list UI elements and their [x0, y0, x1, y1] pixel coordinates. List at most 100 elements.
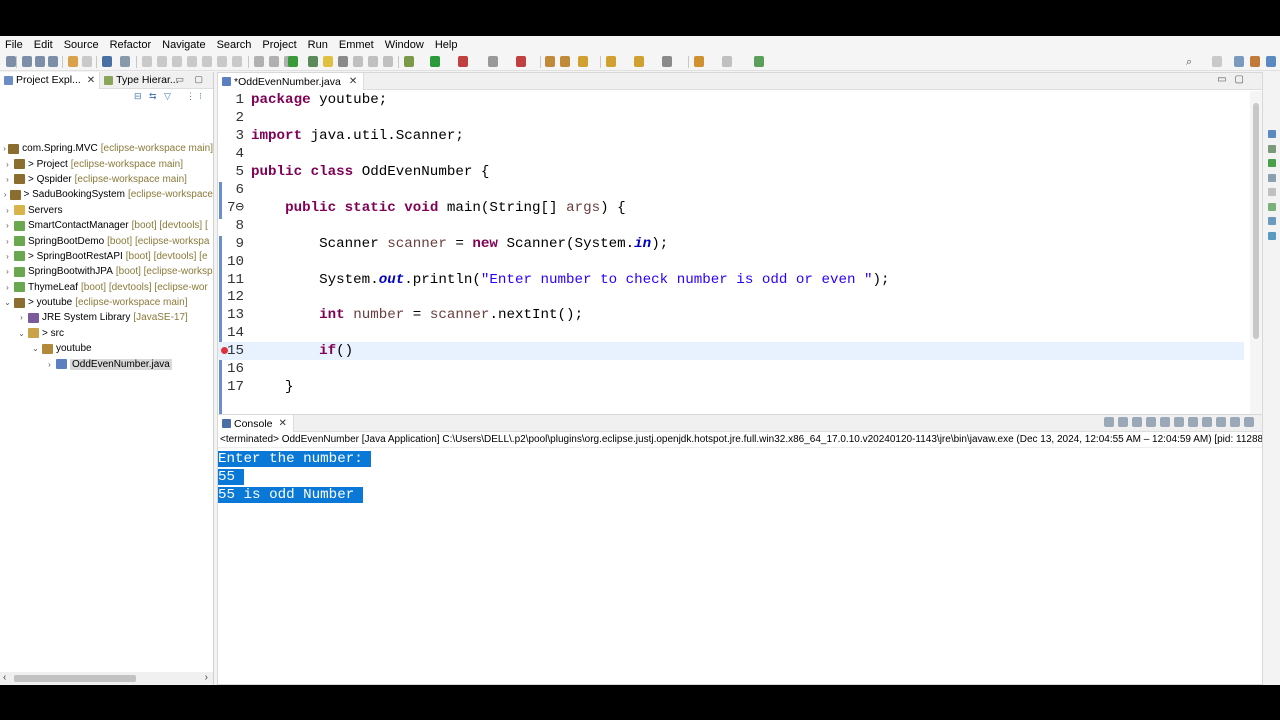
highlight-icon[interactable] — [323, 56, 333, 67]
code-line[interactable]: 14 — [218, 324, 1244, 342]
terminate-icon[interactable] — [1104, 417, 1114, 427]
tree-item[interactable]: › > Qspider [eclipse-workspace main] — [0, 172, 213, 187]
search-icon[interactable]: ⌕ — [1186, 56, 1192, 69]
tab-console[interactable]: Console ✕ — [218, 415, 294, 432]
pin-console-icon[interactable] — [1202, 417, 1212, 427]
menu-project[interactable]: Project — [262, 39, 296, 51]
tree-item[interactable]: › SpringBootwithJPA [boot] [eclipse-worksp — [0, 264, 213, 279]
chevron-right-icon[interactable]: › — [3, 160, 12, 169]
new-icon[interactable] — [6, 56, 16, 67]
chevron-right-icon[interactable]: › — [3, 175, 12, 184]
chevron-right-icon[interactable]: › — [3, 144, 6, 153]
chevron-right-icon[interactable]: › — [17, 313, 26, 322]
save-all-icon[interactable] — [35, 56, 45, 67]
open-perspective-button[interactable] — [1212, 56, 1222, 67]
code-line[interactable]: 6 — [218, 181, 1244, 199]
code-line[interactable]: 11 System.out.println("Enter number to c… — [218, 271, 1244, 289]
side-view-icon[interactable] — [1268, 130, 1276, 138]
tree-item[interactable]: › > SaduBookingSystem [eclipse-workspace — [0, 187, 213, 202]
menu-edit[interactable]: Edit — [34, 39, 53, 51]
redo-icon[interactable] — [82, 56, 92, 67]
step-over-icon[interactable] — [217, 56, 227, 67]
remove-launch-icon[interactable] — [1118, 417, 1128, 427]
menu-navigate[interactable]: Navigate — [162, 39, 205, 51]
chevron-down-icon[interactable]: ⌄ — [17, 329, 26, 338]
toggle-icon[interactable] — [338, 56, 348, 67]
side-view-icon[interactable] — [1268, 202, 1276, 211]
server-icon[interactable] — [516, 56, 526, 67]
code-line[interactable]: 9 Scanner scanner = new Scanner(System.i… — [218, 235, 1244, 253]
tree-item[interactable]: › Servers — [0, 203, 213, 218]
step-return-icon[interactable] — [232, 56, 242, 67]
chevron-right-icon[interactable]: › — [3, 237, 12, 246]
tree-item[interactable]: ⌄ youtube — [0, 341, 213, 356]
suspend-icon[interactable] — [157, 56, 167, 67]
chevron-right-icon[interactable]: › — [3, 221, 12, 230]
code-line[interactable]: 5 public class OddEvenNumber { — [218, 163, 1244, 181]
open-task-icon[interactable] — [560, 56, 570, 67]
tree-item[interactable]: ⌄ > src — [0, 326, 213, 341]
java-ee-perspective-icon[interactable] — [1234, 56, 1244, 67]
debug-perspective-icon[interactable] — [1266, 56, 1276, 67]
tree-item[interactable]: › > Project [eclipse-workspace main] — [0, 156, 213, 171]
menu-refactor[interactable]: Refactor — [110, 39, 152, 51]
chevron-right-icon[interactable]: › — [3, 252, 12, 261]
close-icon[interactable]: ✕ — [279, 418, 287, 429]
tree-item[interactable]: › com.Spring.MVC [eclipse-workspace main] — [0, 141, 213, 156]
collapse-all-icon[interactable]: ⊟ — [134, 91, 142, 102]
chevron-right-icon[interactable]: › — [3, 190, 8, 199]
menu-source[interactable]: Source — [64, 39, 99, 51]
code-line[interactable]: 16 — [218, 360, 1244, 378]
chevron-right-icon[interactable]: › — [45, 360, 54, 369]
pin-icon[interactable] — [308, 56, 318, 67]
spring-icon[interactable] — [288, 56, 298, 67]
skip-icon[interactable] — [120, 56, 130, 67]
editor-window-controls[interactable]: ▭▢ — [1217, 74, 1252, 85]
tab-project-explorer[interactable]: Project Expl... ✕ — [0, 71, 101, 89]
step-into-icon[interactable] — [202, 56, 212, 67]
code-line[interactable]: 3 import java.util.Scanner; — [218, 127, 1244, 145]
tree-item[interactable]: › OddEvenNumber.java — [0, 356, 213, 371]
clear-console-icon[interactable] — [1146, 417, 1156, 427]
tree-item[interactable]: › SpringBootDemo [boot] [eclipse-workspa — [0, 233, 213, 248]
side-view-icon[interactable] — [1268, 144, 1276, 153]
chevron-right-icon[interactable]: › — [3, 267, 12, 276]
console-output[interactable]: Enter the number: 55 55 is odd Number — [218, 450, 1262, 504]
coverage-icon[interactable] — [254, 56, 264, 67]
menu-window[interactable]: Window — [385, 39, 424, 51]
show-whitespace-icon[interactable] — [368, 56, 378, 67]
save-icon[interactable] — [22, 56, 32, 67]
last-edit-icon[interactable] — [662, 56, 672, 67]
code-line[interactable]: 7⊖ public static void main(String[] args… — [218, 199, 1244, 217]
external-tools-icon[interactable] — [488, 56, 498, 67]
scroll-left-icon[interactable]: ‹ — [3, 672, 6, 683]
close-icon[interactable]: ✕ — [87, 75, 95, 86]
menu-run[interactable]: Run — [308, 39, 328, 51]
more-icon[interactable]: ⁝ — [199, 91, 202, 102]
code-line[interactable]: 15 if() — [218, 342, 1244, 361]
search-tb-icon[interactable] — [578, 56, 588, 67]
chevron-down-icon[interactable]: ⌄ — [31, 344, 40, 353]
tab-type-hierarchy[interactable]: Type Hierar... — [100, 74, 182, 86]
display-console-icon[interactable] — [1216, 417, 1226, 427]
minimize-icon[interactable] — [1244, 417, 1254, 427]
properties-icon[interactable] — [48, 56, 58, 67]
menu-emmet[interactable]: Emmet — [339, 39, 374, 51]
code-line[interactable]: 12 — [218, 288, 1244, 306]
java-perspective-icon[interactable] — [1250, 56, 1260, 67]
tree-item[interactable]: › > SpringBootRestAPI [boot] [devtools] [e — [0, 249, 213, 264]
stop-icon[interactable] — [172, 56, 182, 67]
chevron-right-icon[interactable]: › — [3, 206, 12, 215]
tree-item[interactable]: › JRE System Library [JavaSE-17] — [0, 310, 213, 325]
disconnect-icon[interactable] — [187, 56, 197, 67]
tree-item[interactable]: ⌄ > youtube [eclipse-workspace main] — [0, 295, 213, 310]
view-menu-icon[interactable]: ⋮ — [186, 91, 195, 102]
open-type-icon[interactable] — [545, 56, 555, 67]
code-line[interactable]: 1 package youtube; — [218, 91, 1244, 109]
open-console-icon[interactable] — [1230, 417, 1240, 427]
open-perspective-icon[interactable] — [754, 56, 764, 67]
tree-item[interactable]: › SmartContactManager [boot] [devtools] [ — [0, 218, 213, 233]
tab-oddevennumber-java[interactable]: *OddEvenNumber.java ✕ — [218, 73, 365, 90]
word-wrap-icon[interactable] — [1174, 417, 1184, 427]
code-line[interactable]: 10 — [218, 253, 1244, 271]
